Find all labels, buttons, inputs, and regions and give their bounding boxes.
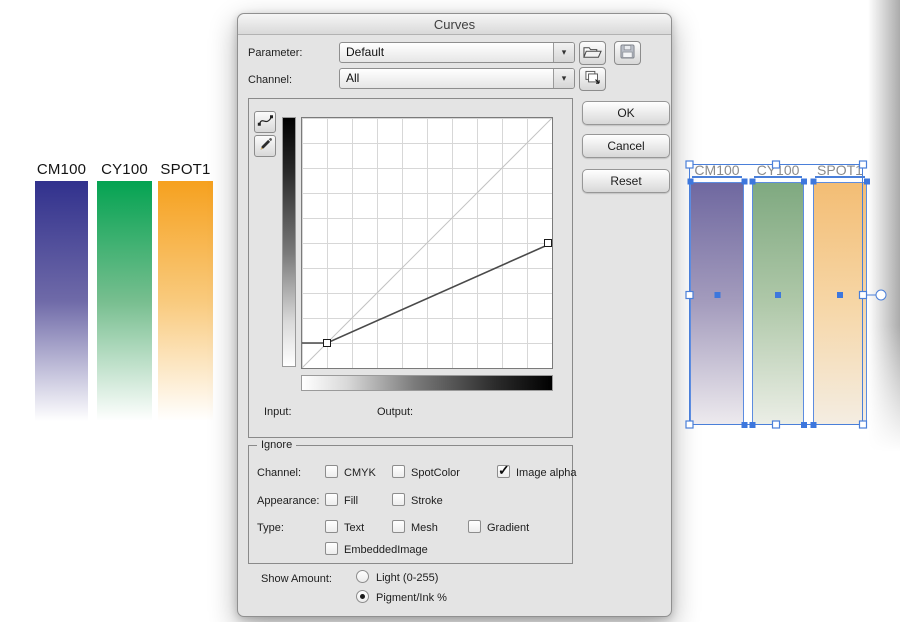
parameter-dropdown[interactable]: Default ▾ <box>339 42 575 63</box>
pencil-icon <box>258 137 273 155</box>
swatch-bar-cm100[interactable] <box>35 181 88 421</box>
curve-anchor-point[interactable] <box>545 240 552 247</box>
tone-curve-line[interactable] <box>302 243 552 343</box>
swatch-label-cy100: CY100 <box>97 161 152 178</box>
checkbox-stroke[interactable] <box>392 493 405 506</box>
anchor-point-markers[interactable] <box>688 179 871 429</box>
ok-button[interactable]: OK <box>582 101 670 125</box>
checkbox-fill-label: Fill <box>344 495 358 507</box>
checkbox-spotcolor[interactable] <box>392 465 405 478</box>
checkbox-text-label: Text <box>344 522 364 534</box>
checkbox-gradient[interactable] <box>468 520 481 533</box>
canvas: CM100 CY100 SPOT1 Curves Parameter: Defa… <box>0 0 900 622</box>
radio-pigment[interactable] <box>356 590 369 603</box>
copy-channel-button[interactable] <box>579 67 606 91</box>
input-gradient-ramp <box>301 375 553 391</box>
floppy-disk-icon <box>620 44 635 62</box>
ignore-legend: Ignore <box>257 439 296 451</box>
curve-anchor-point[interactable] <box>324 340 331 347</box>
chevron-down-icon[interactable]: ▾ <box>553 43 574 62</box>
checkbox-embedded-image-label: EmbeddedImage <box>344 544 428 556</box>
channel-dropdown[interactable]: All ▾ <box>339 68 575 89</box>
checkbox-cmyk-label: CMYK <box>344 467 376 479</box>
swatch-bar-cy100[interactable] <box>97 181 152 421</box>
dialog-titlebar[interactable]: Curves <box>238 14 671 35</box>
checkbox-embedded-image[interactable] <box>325 542 338 555</box>
curve-tool-icon <box>257 113 274 131</box>
ignore-appearance-label: Appearance: <box>257 495 319 507</box>
checkbox-spotcolor-label: SpotColor <box>411 467 460 479</box>
parameter-value: Default <box>340 43 553 62</box>
output-gradient-ramp <box>282 117 296 367</box>
curve-grid[interactable] <box>301 117 553 369</box>
ignore-channel-label: Channel: <box>257 467 301 479</box>
checkbox-gradient-label: Gradient <box>487 522 529 534</box>
selection-bounding-box[interactable] <box>680 155 895 440</box>
curve-tool-button[interactable] <box>254 111 276 133</box>
curve-editor-panel: Input: Output: <box>248 98 573 438</box>
channel-label: Channel: <box>248 74 292 86</box>
parameter-label: Parameter: <box>248 47 302 59</box>
identity-diagonal-line <box>302 118 552 368</box>
checkbox-image-alpha[interactable] <box>497 465 510 478</box>
show-amount-label: Show Amount: <box>261 573 332 585</box>
cancel-button[interactable]: Cancel <box>582 134 670 158</box>
swatch-label-spot1: SPOT1 <box>158 161 213 178</box>
checkbox-mesh[interactable] <box>392 520 405 533</box>
radio-light[interactable] <box>356 570 369 583</box>
checkbox-mesh-label: Mesh <box>411 522 438 534</box>
input-label: Input: <box>264 406 292 418</box>
reset-button[interactable]: Reset <box>582 169 670 193</box>
dialog-title: Curves <box>434 17 475 32</box>
load-parameter-button[interactable] <box>579 41 606 65</box>
channel-value: All <box>340 69 553 88</box>
folder-open-icon <box>583 45 602 62</box>
radio-light-label: Light (0-255) <box>376 572 438 584</box>
swatch-bar-spot1[interactable] <box>158 181 213 421</box>
ignore-group: Ignore Channel: CMYK SpotColor Image alp… <box>248 445 573 564</box>
save-parameter-button[interactable] <box>614 41 641 65</box>
curve-plot[interactable] <box>302 118 552 368</box>
ignore-type-label: Type: <box>257 522 284 534</box>
chevron-down-icon[interactable]: ▾ <box>553 69 574 88</box>
duplicate-icon <box>584 70 601 88</box>
checkbox-text[interactable] <box>325 520 338 533</box>
checkbox-fill[interactable] <box>325 493 338 506</box>
output-label: Output: <box>377 406 413 418</box>
radio-pigment-label: Pigment/Ink % <box>376 592 447 604</box>
checkbox-image-alpha-label: Image alpha <box>516 467 577 479</box>
checkbox-stroke-label: Stroke <box>411 495 443 507</box>
curves-dialog: Curves Parameter: Default ▾ <box>237 13 672 617</box>
swatch-label-cm100: CM100 <box>35 161 88 178</box>
checkbox-cmyk[interactable] <box>325 465 338 478</box>
pencil-tool-button[interactable] <box>254 135 276 157</box>
